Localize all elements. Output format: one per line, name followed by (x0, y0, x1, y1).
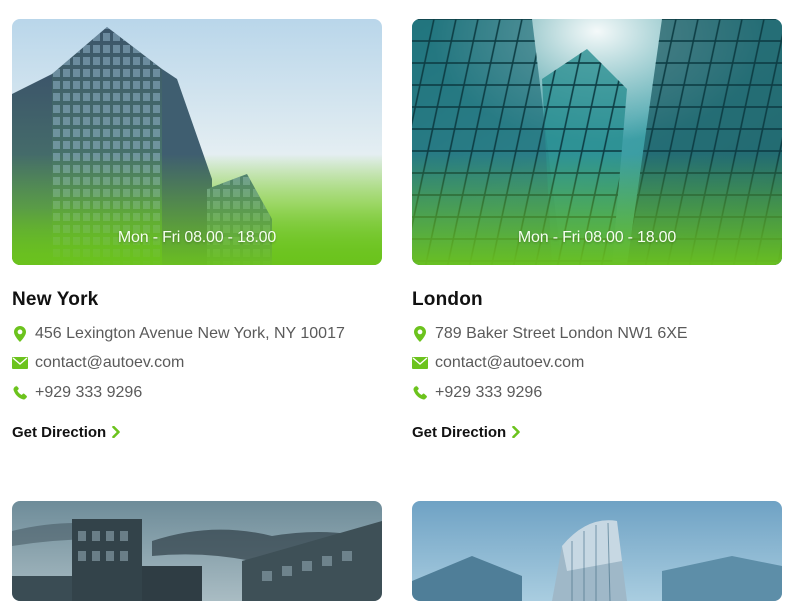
city-name: New York (12, 289, 99, 310)
phone-row: +929 333 9296 (12, 378, 382, 408)
map-pin-icon (412, 325, 428, 342)
location-card-london: Mon - Fri 08.00 - 18.00 London 789 Baker… (412, 19, 782, 442)
building-photo (412, 501, 782, 601)
envelope-icon (12, 355, 28, 371)
address-row: 789 Baker Street London NW1 6XE (412, 319, 782, 349)
chevron-right-icon (112, 426, 120, 438)
get-direction-label: Get Direction (12, 423, 107, 441)
contact-info: 456 Lexington Avenue New York, NY 10017 … (12, 319, 382, 408)
email-link[interactable]: contact@autoev.com (435, 354, 584, 372)
opening-hours: Mon - Fri 08.00 - 18.00 (517, 229, 677, 246)
location-photo (412, 501, 782, 601)
phone-icon (412, 385, 428, 401)
opening-hours: Mon - Fri 08.00 - 18.00 (117, 229, 277, 246)
get-direction-label: Get Direction (412, 423, 507, 441)
email-row: contact@autoev.com (12, 349, 382, 379)
email-row: contact@autoev.com (412, 349, 782, 379)
get-direction-link[interactable]: Get Direction (12, 424, 120, 441)
phone-link[interactable]: +929 333 9296 (35, 384, 142, 402)
building-photo (12, 501, 382, 601)
location-card-4 (412, 501, 782, 601)
contact-info: 789 Baker Street London NW1 6XE contact@… (412, 319, 782, 408)
location-photo: Mon - Fri 08.00 - 18.00 (12, 19, 382, 265)
location-photo (12, 501, 382, 601)
chevron-right-icon (512, 426, 520, 438)
location-card-new-york: Mon - Fri 08.00 - 18.00 New York 456 Lex… (12, 19, 382, 442)
envelope-icon (412, 355, 428, 371)
email-link[interactable]: contact@autoev.com (35, 354, 184, 372)
get-direction-link[interactable]: Get Direction (412, 424, 520, 441)
phone-icon (12, 385, 28, 401)
phone-row: +929 333 9296 (412, 378, 782, 408)
map-pin-icon (12, 325, 28, 342)
phone-link[interactable]: +929 333 9296 (435, 384, 542, 402)
address-row: 456 Lexington Avenue New York, NY 10017 (12, 319, 382, 349)
address-text: 789 Baker Street London NW1 6XE (435, 324, 688, 342)
address-text: 456 Lexington Avenue New York, NY 10017 (35, 324, 345, 342)
city-name: London (412, 289, 483, 310)
location-card-3 (12, 501, 382, 601)
location-photo: Mon - Fri 08.00 - 18.00 (412, 19, 782, 265)
